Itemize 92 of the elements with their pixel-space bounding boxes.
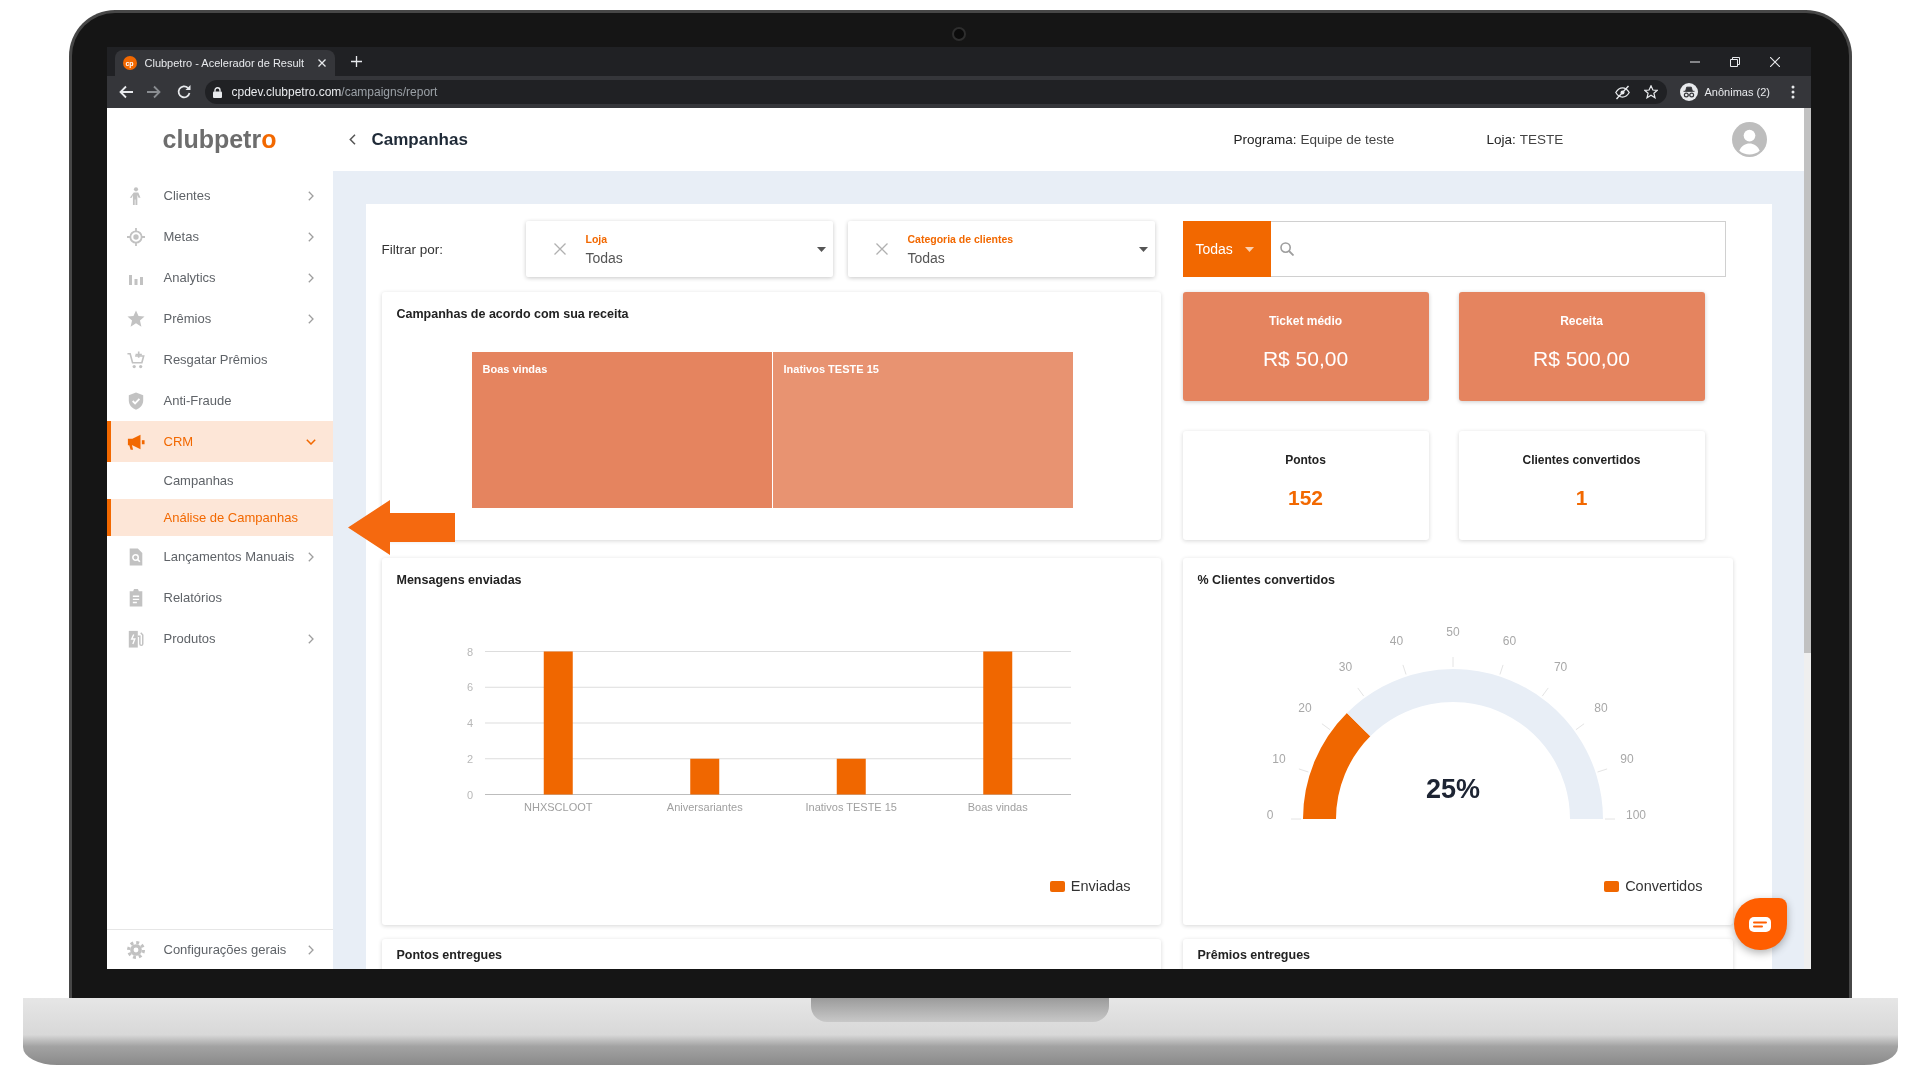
kpi-label: Clientes convertidos xyxy=(1522,453,1641,467)
axis-label: 8 xyxy=(466,645,473,658)
target-icon xyxy=(126,227,145,246)
program-name: Equipe de teste xyxy=(1300,132,1395,147)
megaphone-icon xyxy=(126,432,145,451)
sidebar-item[interactable]: Anti-Fraude xyxy=(106,380,333,421)
axis-label: Boas vindas xyxy=(967,800,1028,813)
kpi-value: 152 xyxy=(1287,485,1323,511)
store-name: TESTE xyxy=(1519,132,1564,147)
kpi-label: Ticket médio xyxy=(1268,314,1343,328)
kpi-label: Pontos xyxy=(1285,453,1326,467)
restore-icon[interactable] xyxy=(1729,56,1740,67)
eye-off-icon[interactable] xyxy=(1614,84,1630,100)
caret-icon xyxy=(1138,246,1148,252)
axis-label: Inativos TESTE 15 xyxy=(805,800,897,813)
card-title: Pontos entregues xyxy=(396,947,503,963)
axis-label: 2 xyxy=(466,752,473,765)
brand-logo: clubpetro xyxy=(161,124,278,155)
gauge-tick-label: 0 xyxy=(1266,808,1273,823)
gear-icon xyxy=(126,940,145,959)
sidebar-item[interactable]: Configurações gerais xyxy=(106,929,333,969)
chart-bar xyxy=(836,758,866,795)
reload-icon[interactable] xyxy=(175,84,192,100)
gauge-tick-label: 70 xyxy=(1553,660,1567,675)
address-field[interactable]: cpdev.clubpetro.com/campaigns/report xyxy=(204,80,1667,104)
search-icon xyxy=(1279,242,1294,256)
filter-label: Filtrar por: xyxy=(381,241,444,257)
gauge-tick-label: 60 xyxy=(1502,634,1516,649)
gauge-tick-label: 100 xyxy=(1625,808,1646,823)
gauge-tick-label: 40 xyxy=(1389,634,1403,649)
treemap-tile: Boas vindas xyxy=(471,352,772,508)
plus-icon[interactable] xyxy=(351,56,363,67)
sidebar-item[interactable]: Prêmios xyxy=(106,298,333,339)
gauge-value: 25% xyxy=(1425,774,1480,805)
sidebar-item[interactable]: Metas xyxy=(106,216,333,257)
gauge-tick-label: 90 xyxy=(1619,751,1634,766)
forward-arrow-icon[interactable] xyxy=(145,84,162,100)
more-options-icon[interactable] xyxy=(1790,85,1795,99)
chat-bubble-icon xyxy=(1749,916,1771,932)
gauge-tick-label: 30 xyxy=(1338,660,1352,675)
card-title: Campanhas de acordo com sua receita xyxy=(396,306,629,322)
scrollbar-thumb[interactable] xyxy=(1803,108,1811,653)
chevron-left-icon[interactable] xyxy=(348,134,356,145)
caret-icon xyxy=(816,246,826,252)
star-icon[interactable] xyxy=(1643,85,1658,99)
axis-label: 6 xyxy=(466,681,473,694)
legend-swatch-icon xyxy=(1049,880,1065,892)
axis-label: 0 xyxy=(466,788,473,801)
incognito-icon xyxy=(1679,83,1698,101)
select-field[interactable]: Categoria de clientes Todas xyxy=(847,221,1155,277)
fuel-pump-icon xyxy=(126,629,145,648)
chart-bar xyxy=(689,758,719,795)
card-title: % Clientes convertidos xyxy=(1197,572,1336,588)
sidebar-item[interactable]: Analytics xyxy=(106,257,333,298)
kpi-value: R$ 50,00 xyxy=(1262,346,1349,372)
axis-label: 4 xyxy=(466,717,473,729)
back-arrow-icon[interactable] xyxy=(117,84,134,100)
shield-check-icon xyxy=(126,391,145,410)
kpi-value: R$ 500,00 xyxy=(1533,346,1630,372)
profile-button[interactable]: Anônimas (2) xyxy=(1677,81,1774,103)
legend-label: Enviadas xyxy=(1070,878,1131,894)
gauge-tick-label: 80 xyxy=(1593,700,1608,715)
kpi-label: Receita xyxy=(1560,314,1603,328)
gauge-tick-label: 50 xyxy=(1445,625,1460,640)
sidebar-item[interactable]: Clientes xyxy=(106,175,333,216)
select-field[interactable]: Loja Todas xyxy=(525,221,833,277)
lock-icon xyxy=(212,86,222,98)
sidebar-item[interactable]: Relatórios xyxy=(106,577,333,618)
card-title: Prêmios entregues xyxy=(1197,947,1311,963)
store-label: Loja: xyxy=(1486,132,1516,147)
kpi-value: 1 xyxy=(1575,485,1588,511)
axis-label: Aniversariantes xyxy=(666,800,743,813)
treemap-tile: Inativos TESTE 15 xyxy=(772,352,1073,508)
sidebar-subitem[interactable]: Campanhas xyxy=(106,462,333,499)
star-icon xyxy=(126,309,145,328)
sidebar-item[interactable]: Lançamentos Manuais xyxy=(106,536,333,577)
axis-label: NHXSCLOOT xyxy=(523,800,592,813)
gauge-tick-label: 10 xyxy=(1271,751,1286,766)
camera-icon xyxy=(951,27,966,41)
legend-swatch-icon xyxy=(1604,880,1620,892)
cart-icon xyxy=(126,350,145,369)
legend-label: Convertidos xyxy=(1625,878,1703,894)
page-title: Campanhas xyxy=(371,129,468,150)
caret-icon xyxy=(1244,246,1254,252)
close-icon[interactable] xyxy=(1769,56,1780,67)
gauge-tick-label: 20 xyxy=(1297,700,1312,715)
sidebar-item[interactable]: Resgatar Prêmios xyxy=(106,339,333,380)
program-label: Programa: xyxy=(1233,132,1297,147)
close-icon[interactable] xyxy=(318,59,327,67)
card-title: Mensagens enviadas xyxy=(396,572,522,588)
sidebar-item[interactable]: Produtos xyxy=(106,618,333,659)
search-field[interactable] xyxy=(1270,221,1726,277)
